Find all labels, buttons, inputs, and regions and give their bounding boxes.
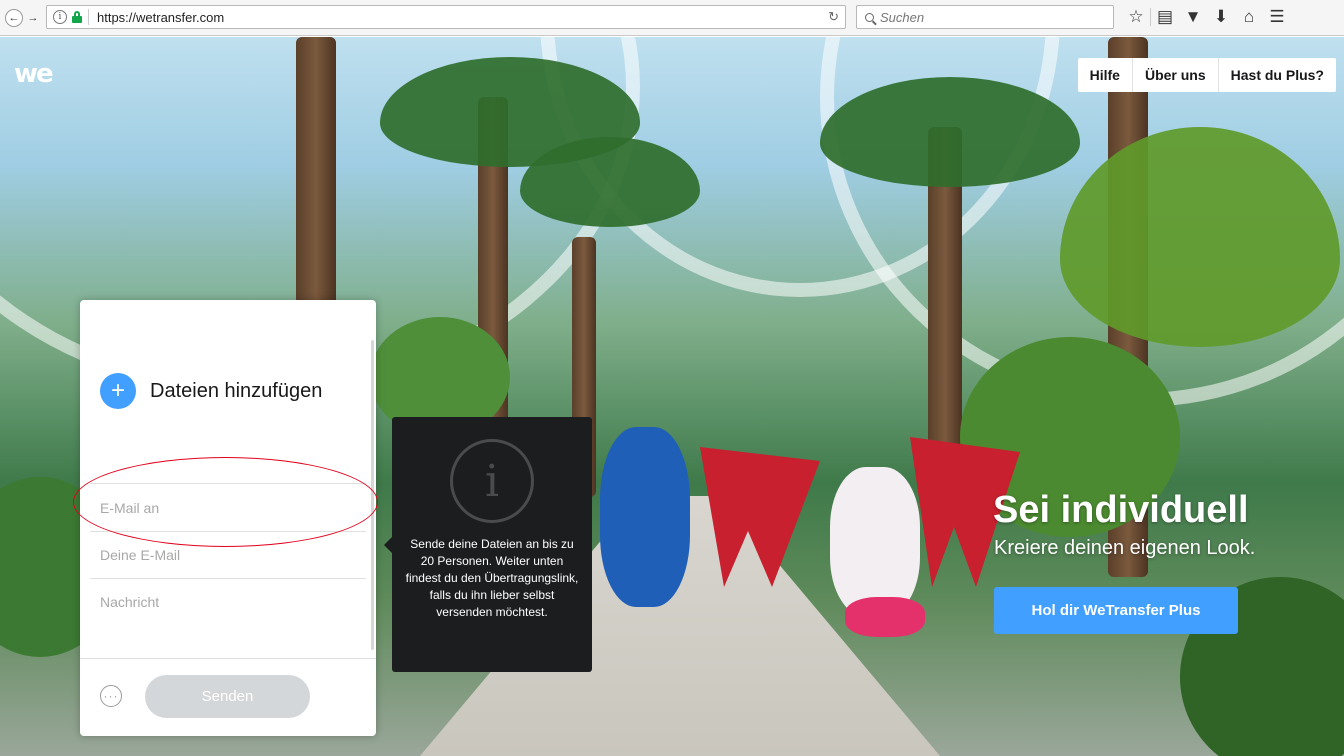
add-files-button[interactable]: + Dateien hinzufügen	[100, 373, 322, 409]
hero-background: we Hilfe Über uns Hast du Plus? + Dateie…	[0, 37, 1344, 756]
panel-scrollbar[interactable]	[371, 340, 374, 650]
add-files-label[interactable]: Dateien hinzufügen	[150, 380, 322, 403]
url-divider	[88, 9, 89, 25]
field-divider	[90, 483, 366, 484]
nav-help[interactable]: Hilfe	[1078, 58, 1132, 92]
reload-icon[interactable]: ↻	[828, 9, 839, 25]
download-icon[interactable]: ⬇	[1207, 4, 1235, 30]
top-navigation: Hilfe Über uns Hast du Plus?	[1077, 58, 1336, 92]
toolbar-icons: ☆ ▤ ▼ ⬇ ⌂ ☰	[1122, 4, 1291, 30]
promo-title: Sei individuell	[993, 489, 1249, 531]
info-icon[interactable]: i	[53, 10, 67, 24]
girl-shorts	[845, 597, 925, 637]
back-icon[interactable]: ←	[5, 8, 23, 27]
your-email-field[interactable]: Deine E-Mail	[100, 547, 180, 563]
tooltip-text: Sende deine Dateien an bis zu 20 Persone…	[405, 537, 579, 619]
send-button[interactable]: Senden	[145, 675, 310, 718]
plus-icon[interactable]: +	[100, 373, 136, 409]
reading-list-icon[interactable]: ▤	[1151, 4, 1179, 30]
nav-plus[interactable]: Hast du Plus?	[1217, 58, 1336, 92]
message-field[interactable]: Nachricht	[100, 594, 159, 610]
wetransfer-logo[interactable]: we	[14, 59, 54, 89]
browser-search-input[interactable]: Suchen	[856, 5, 1114, 29]
search-icon	[865, 12, 874, 22]
footer-divider	[80, 658, 376, 659]
url-text[interactable]: https://wetransfer.com	[97, 10, 224, 25]
field-divider	[90, 531, 366, 532]
girl-figure	[600, 427, 690, 607]
browser-toolbar: ← → i https://wetransfer.com ↻ Suchen ☆ …	[0, 0, 1344, 36]
girl-figure	[830, 467, 920, 617]
search-placeholder: Suchen	[880, 9, 925, 25]
promo-subtitle: Kreiere deinen eigenen Look.	[994, 537, 1256, 559]
get-plus-button[interactable]: Hol dir WeTransfer Plus	[994, 587, 1238, 634]
lock-icon[interactable]	[72, 11, 82, 23]
upload-panel: + Dateien hinzufügen E-Mail an Deine E-M…	[80, 300, 376, 736]
more-options-icon[interactable]: ···	[100, 685, 122, 707]
field-divider	[90, 578, 366, 579]
bookmark-star-icon[interactable]: ☆	[1122, 4, 1150, 30]
address-bar[interactable]: i https://wetransfer.com ↻	[46, 5, 846, 29]
info-tooltip: i Sende deine Dateien an bis zu 20 Perso…	[384, 417, 592, 672]
pocket-icon[interactable]: ▼	[1179, 4, 1207, 30]
email-to-field[interactable]: E-Mail an	[100, 500, 159, 516]
forward-icon[interactable]: →	[26, 9, 40, 27]
nav-about[interactable]: Über uns	[1131, 58, 1218, 92]
home-icon[interactable]: ⌂	[1235, 4, 1263, 30]
info-icon: i	[450, 439, 534, 523]
menu-icon[interactable]: ☰	[1263, 4, 1291, 30]
